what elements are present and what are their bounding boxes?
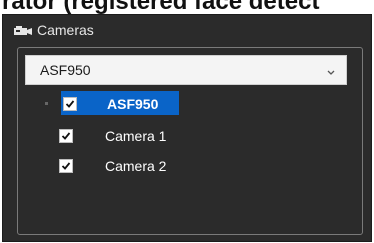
root-checkbox[interactable]: [63, 97, 77, 111]
panel-title: Cameras: [13, 20, 94, 40]
tree-node-camera-1[interactable]: Camera 1: [59, 123, 166, 149]
expander-icon[interactable]: [45, 102, 48, 105]
camera-1-label[interactable]: Camera 1: [105, 128, 166, 144]
check-icon: [61, 162, 71, 170]
tree-node-root[interactable]: ASF950: [33, 91, 213, 117]
tree-node-camera-2[interactable]: Camera 2: [59, 153, 166, 179]
root-label[interactable]: ASF950: [107, 96, 158, 112]
cameras-panel: Cameras ASF950 ASF950 Camera 1 Camera 2: [2, 14, 372, 242]
panel-title-label: Cameras: [37, 22, 94, 38]
camera-1-checkbox[interactable]: [59, 129, 73, 143]
check-icon: [61, 132, 71, 140]
chevron-down-icon[interactable]: [326, 65, 336, 75]
camera-2-label[interactable]: Camera 2: [105, 158, 166, 174]
camera-group-icon: [13, 25, 33, 36]
device-select[interactable]: ASF950: [25, 55, 347, 85]
check-icon: [65, 100, 75, 108]
camera-2-checkbox[interactable]: [59, 159, 73, 173]
device-select-value: ASF950: [40, 62, 91, 78]
